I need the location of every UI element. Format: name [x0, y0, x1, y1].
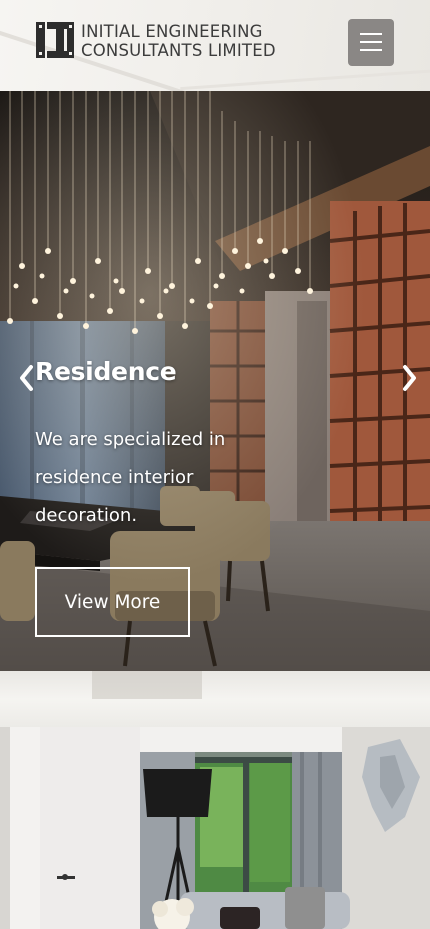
hamburger-menu-icon [360, 49, 382, 51]
project-image[interactable] [0, 727, 430, 929]
hamburger-menu-icon [360, 41, 382, 43]
brand-line-1: INITIAL ENGINEERING [81, 22, 263, 41]
interior-photo [0, 727, 430, 929]
header-decor-line [180, 68, 430, 91]
chevron-right-icon [403, 365, 416, 391]
section-divider [0, 671, 430, 727]
chevron-left-icon [20, 365, 33, 391]
view-more-button[interactable]: View More [35, 567, 190, 637]
brand-line-2: CONSULTANTS LIMITED [81, 41, 276, 60]
hero-description: We are specialized in residence interior… [35, 429, 226, 526]
slider-next-button[interactable] [399, 363, 419, 393]
hero-title: Residence [35, 357, 177, 386]
ie-logo-icon[interactable] [36, 21, 74, 59]
hamburger-menu-icon [360, 33, 382, 35]
divider-decor [92, 671, 202, 699]
menu-button[interactable] [348, 19, 394, 66]
site-header: INITIAL ENGINEERING CONSULTANTS LIMITED [0, 0, 430, 91]
brand-name[interactable]: INITIAL ENGINEERING CONSULTANTS LIMITED [81, 22, 276, 60]
hero-slider: Residence We are specialized in residenc… [0, 91, 430, 671]
slider-prev-button[interactable] [17, 363, 37, 393]
